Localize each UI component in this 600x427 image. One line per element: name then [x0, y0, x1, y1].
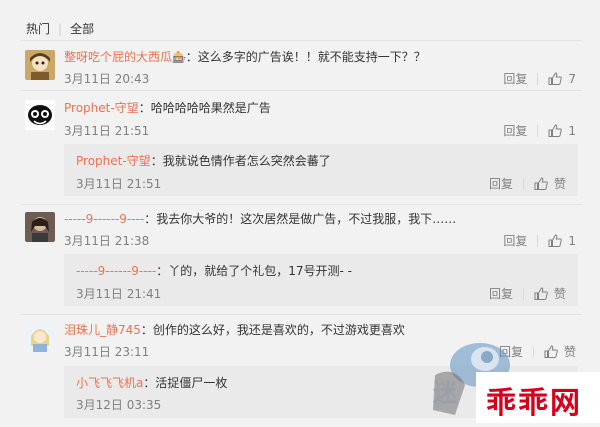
thumbs-up-icon	[548, 72, 563, 85]
tab-divider: |	[58, 21, 63, 36]
avatar-image	[25, 212, 55, 242]
avatar-image	[25, 50, 55, 80]
avatar[interactable]	[25, 212, 55, 242]
like-label: 赞	[553, 287, 566, 301]
tab-all[interactable]: 全部	[70, 20, 94, 37]
action-divider	[537, 234, 539, 247]
comment-actions: 回复 1	[503, 122, 576, 139]
comment-tabs: 热门 | 全部	[26, 20, 94, 37]
comment-text: ：这么多字的广告诶！！就不能支持一下？？	[185, 50, 426, 64]
reply-button[interactable]: 回复	[489, 175, 513, 192]
reply-button[interactable]: 回复	[489, 285, 513, 302]
comment-body: Prophet-守望：哈哈哈哈哈果然是广告	[64, 99, 271, 116]
like-label: 赞	[553, 177, 566, 191]
action-divider	[537, 124, 539, 137]
like-button[interactable]: 1	[548, 124, 576, 138]
reply-username[interactable]: 小飞飞飞机a	[76, 376, 143, 390]
avatar-image	[25, 100, 55, 130]
avatar[interactable]	[25, 322, 55, 352]
reply-body: 小飞飞飞机a：活捉僵尸一枚	[76, 374, 227, 391]
tab-hot[interactable]: 热门	[26, 20, 50, 37]
comment-time: 3月11日 23:11	[64, 345, 150, 359]
like-button[interactable]: 赞	[544, 343, 576, 360]
like-button[interactable]: 赞	[534, 285, 566, 302]
comment-username[interactable]: -----9------9----	[64, 212, 144, 226]
thumbs-up-icon	[548, 124, 563, 137]
comment-divider	[20, 90, 582, 91]
reply-container: -----9------9----：丫的，就给了个礼包，17号开测- - 3月1…	[64, 254, 578, 306]
comment-time: 3月11日 21:51	[64, 124, 150, 138]
reply-body: -----9------9----：丫的，就给了个礼包，17号开测- -	[76, 262, 352, 279]
action-divider	[522, 287, 524, 300]
watermark-side-glyph: 迷	[433, 378, 457, 407]
reply-time: 3月11日 21:51	[76, 177, 162, 191]
comment-username[interactable]: 泪珠儿_静745	[64, 323, 141, 337]
comment-username[interactable]: Prophet-守望	[64, 101, 139, 115]
comment-text: ：创作的这么好，我还是喜欢的，不过游戏更喜欢	[140, 323, 405, 337]
comment-time: 3月11日 21:38	[64, 234, 150, 248]
comment-text: ：哈哈哈哈哈果然是广告	[138, 101, 271, 115]
comment-actions: 回复 7	[503, 70, 576, 87]
avatar[interactable]	[25, 100, 55, 130]
reply-time: 3月12日 03:35	[76, 398, 162, 412]
action-divider	[522, 177, 524, 190]
watermark-plate: 乖乖网	[476, 372, 600, 423]
comment-body: -----9------9----：我去你大爷的！这次居然是做广告，不过我服，我…	[64, 210, 456, 227]
reply-text: ：我就说色情作者怎么突然会蕃了	[150, 154, 331, 168]
comment-time: 3月11日 20:43	[64, 72, 150, 86]
comment-divider	[20, 204, 582, 205]
user-badge: 🎰	[172, 51, 186, 64]
like-label: 赞	[563, 345, 576, 359]
tabs-divider	[20, 40, 582, 41]
reply-text: ：丫的，就给了个礼包，17号开测- -	[156, 264, 352, 278]
reply-button[interactable]: 回复	[503, 232, 527, 249]
reply-time: 3月11日 21:41	[76, 287, 162, 301]
reply-button[interactable]: 回复	[503, 70, 527, 87]
thumbs-up-icon	[548, 234, 563, 247]
reply-body: Prophet-守望：我就说色情作者怎么突然会蕃了	[76, 152, 331, 169]
watermark-text: 乖乖网	[486, 386, 582, 421]
comment-panel: 热门 | 全部 整呀吃个屁的大西瓜🎰：这么多字的广告诶！！就不能支持一下？？ 3…	[0, 0, 600, 423]
like-button[interactable]: 赞	[534, 175, 566, 192]
avatar[interactable]	[25, 50, 55, 80]
comment-divider	[20, 314, 582, 315]
reply-username[interactable]: -----9------9----	[76, 264, 156, 278]
avatar-image	[25, 322, 55, 352]
like-button[interactable]: 1	[548, 234, 576, 248]
comment-body: 泪珠儿_静745：创作的这么好，我还是喜欢的，不过游戏更喜欢	[64, 321, 405, 338]
reply-actions: 回复 赞	[489, 285, 566, 302]
action-divider	[532, 345, 534, 358]
thumbs-up-icon	[544, 345, 558, 358]
reply-actions: 回复 赞	[489, 175, 566, 192]
like-count: 1	[568, 233, 576, 248]
comment-username[interactable]: 整呀吃个屁的大西瓜	[64, 50, 172, 64]
comment-actions: 回复 1	[503, 232, 576, 249]
reply-text: ：活捉僵尸一枚	[143, 376, 228, 390]
reply-username[interactable]: Prophet-守望	[76, 154, 151, 168]
reply-container: Prophet-守望：我就说色情作者怎么突然会蕃了 3月11日 21:51 回复…	[64, 144, 578, 196]
reply-button[interactable]: 回复	[503, 122, 527, 139]
like-count: 7	[568, 71, 576, 86]
thumbs-up-icon	[534, 177, 548, 190]
like-count: 1	[568, 123, 576, 138]
action-divider	[537, 72, 539, 85]
like-button[interactable]: 7	[548, 72, 576, 86]
comment-body: 整呀吃个屁的大西瓜🎰：这么多字的广告诶！！就不能支持一下？？	[64, 48, 426, 65]
comment-text: ：我去你大爷的！这次居然是做广告，不过我服，我下……	[144, 212, 457, 226]
thumbs-up-icon	[534, 287, 548, 300]
